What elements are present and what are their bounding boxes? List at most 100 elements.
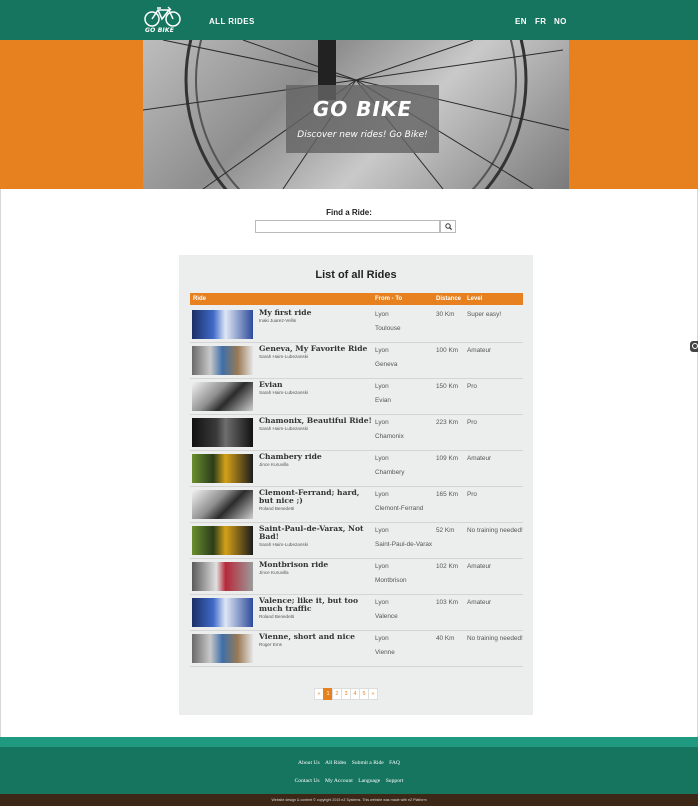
ride-to: Clemont-Ferrand [375, 505, 424, 512]
col-distance: Distance [436, 296, 462, 302]
ride-row[interactable]: Evian Sarah Haim-Lubezanski Lyon Evian 150 K… [190, 379, 523, 415]
ride-thumbnail[interactable] [192, 382, 253, 411]
ride-author: Sarah Haim-Lubezanski [259, 542, 309, 547]
ride-title-link[interactable]: Montbrison ride [259, 561, 374, 569]
footer-links-row2: Contact Us My Account Language Support [0, 778, 698, 784]
ride-thumbnail[interactable] [192, 346, 253, 375]
search-input[interactable] [255, 220, 440, 233]
hero-title: GO BIKE [312, 97, 413, 121]
col-ride: Ride [193, 296, 207, 302]
rides-list-title: List of all Rides [315, 269, 397, 281]
ride-to: Geneva [375, 361, 398, 368]
ride-author: Roger Ems [259, 642, 282, 647]
search-button[interactable] [440, 220, 456, 233]
page-next[interactable]: » [368, 688, 378, 700]
ride-distance: 30 Km [436, 311, 455, 318]
rides-panel: List of all Rides Ride From - To Distanc… [179, 255, 533, 715]
ride-from: Lyon [375, 311, 389, 318]
ride-row[interactable]: My first ride Inaki Juarez-Vellis Lyon Toul… [190, 307, 523, 343]
col-level: Level [467, 296, 483, 302]
ride-level: No training needed! [467, 635, 523, 642]
ride-level: Amateur [467, 455, 492, 462]
footer-link-all-rides[interactable]: All Rides [325, 760, 346, 766]
nav-all-rides[interactable]: ALL RIDES [209, 17, 255, 26]
footer-accent-bar [0, 737, 698, 747]
ride-author: Jince Kuruvilla [259, 462, 289, 467]
ride-title-link[interactable]: Vienne, short and nice [259, 633, 374, 641]
ride-title-link[interactable]: Chambery ride [259, 453, 374, 461]
ride-level: Pro [467, 383, 477, 390]
hero-subtitle: Discover new rides! Go Bike! [297, 130, 428, 140]
ride-distance: 223 Km [436, 419, 459, 426]
ride-level: Pro [467, 419, 477, 426]
ride-row[interactable]: Vienne, short and nice Roger Ems Lyon Vienn… [190, 631, 523, 667]
ride-distance: 102 Km [436, 563, 459, 570]
ride-thumbnail[interactable] [192, 310, 253, 339]
ride-author: Roland Benedetti [259, 506, 295, 511]
ride-row[interactable]: Chambery ride Jince Kuruvilla Lyon Chambery… [190, 451, 523, 487]
ride-from: Lyon [375, 527, 389, 534]
rides-table-header: Ride From - To Distance Level [190, 293, 523, 305]
ride-thumbnail[interactable] [192, 454, 253, 483]
logo-text: GO BIKE [145, 27, 175, 34]
ride-level: Amateur [467, 347, 492, 354]
footer-link-about[interactable]: About Us [298, 760, 320, 766]
ride-author: Inaki Juarez-Vellis [259, 318, 297, 323]
footer-link-account[interactable]: My Account [325, 778, 353, 784]
ride-title-link[interactable]: Valence; like it, but too much traffic [259, 597, 374, 612]
ride-to: Evian [375, 397, 391, 404]
ride-author: Jince Kuruvilla [259, 570, 289, 575]
ride-thumbnail[interactable] [192, 598, 253, 627]
ride-title-link[interactable]: Chamonix, Beautiful Ride! [259, 417, 374, 425]
side-toolbar-icon[interactable] [690, 341, 698, 352]
ride-row[interactable]: Chamonix, Beautiful Ride! Sarah Haim-Lube… [190, 415, 523, 451]
ride-author: Sarah Haim-Lubezanski [259, 426, 309, 431]
ride-from: Lyon [375, 563, 389, 570]
ride-thumbnail[interactable] [192, 634, 253, 663]
ride-thumbnail[interactable] [192, 526, 253, 555]
ride-thumbnail[interactable] [192, 562, 253, 591]
ride-distance: 52 Km [436, 527, 455, 534]
footer-link-support[interactable]: Support [386, 778, 404, 784]
ride-row[interactable]: Valence; like it, but too much traffic Ro… [190, 595, 523, 631]
ride-to: Chamonix [375, 433, 404, 440]
footer-link-contact[interactable]: Contact Us [295, 778, 320, 784]
ride-to: Vienne [375, 649, 395, 656]
footer: About Us All Rides Submit a Ride FAQ Con… [0, 747, 698, 794]
pagination: « 1 2 3 4 5 » [314, 688, 378, 700]
footer-link-submit[interactable]: Submit a Ride [352, 760, 384, 766]
ride-level: Amateur [467, 563, 492, 570]
ride-distance: 150 Km [436, 383, 459, 390]
ride-row[interactable]: Saint-Paul-de-Varax, Not Bad! Sarah Haim-… [190, 523, 523, 559]
ride-title-link[interactable]: Evian [259, 381, 374, 389]
lang-fr[interactable]: FR [535, 17, 546, 26]
go-bike-logo[interactable]: GO BIKE [143, 6, 183, 36]
ride-author: Sarah Haim-Lubezanski [259, 390, 309, 395]
footer-link-language[interactable]: Language [358, 778, 380, 784]
ride-title-link[interactable]: My first ride [259, 309, 374, 317]
ride-from: Lyon [375, 455, 389, 462]
ride-title-link[interactable]: Clemont-Ferrand; hard, but nice ;) [259, 489, 374, 504]
lang-no[interactable]: NO [554, 17, 567, 26]
footer-link-faq[interactable]: FAQ [389, 760, 400, 766]
ride-row[interactable]: Clemont-Ferrand; hard, but nice ;) Roland… [190, 487, 523, 523]
ride-to: Montbrison [375, 577, 407, 584]
ride-title-link[interactable]: Saint-Paul-de-Varax, Not Bad! [259, 525, 374, 540]
ride-level: Amateur [467, 599, 492, 606]
ride-from: Lyon [375, 383, 389, 390]
ride-from: Lyon [375, 599, 389, 606]
footer-copyright: Website design & content © copyright 201… [0, 794, 698, 806]
ride-row[interactable]: Montbrison ride Jince Kuruvilla Lyon Montbr… [190, 559, 523, 595]
ride-from: Lyon [375, 635, 389, 642]
ride-thumbnail[interactable] [192, 418, 253, 447]
ride-row[interactable]: Geneva, My Favorite Ride Sarah Haim-Lubez… [190, 343, 523, 379]
ride-from: Lyon [375, 419, 389, 426]
ride-to: Toulouse [375, 325, 401, 332]
ride-author: Roland Benedetti [259, 614, 295, 619]
ride-distance: 103 Km [436, 599, 459, 606]
lang-en[interactable]: EN [515, 17, 527, 26]
ride-distance: 109 Km [436, 455, 459, 462]
ride-title-link[interactable]: Geneva, My Favorite Ride [259, 345, 374, 353]
ride-thumbnail[interactable] [192, 490, 253, 519]
ride-level: Super easy! [467, 311, 502, 318]
